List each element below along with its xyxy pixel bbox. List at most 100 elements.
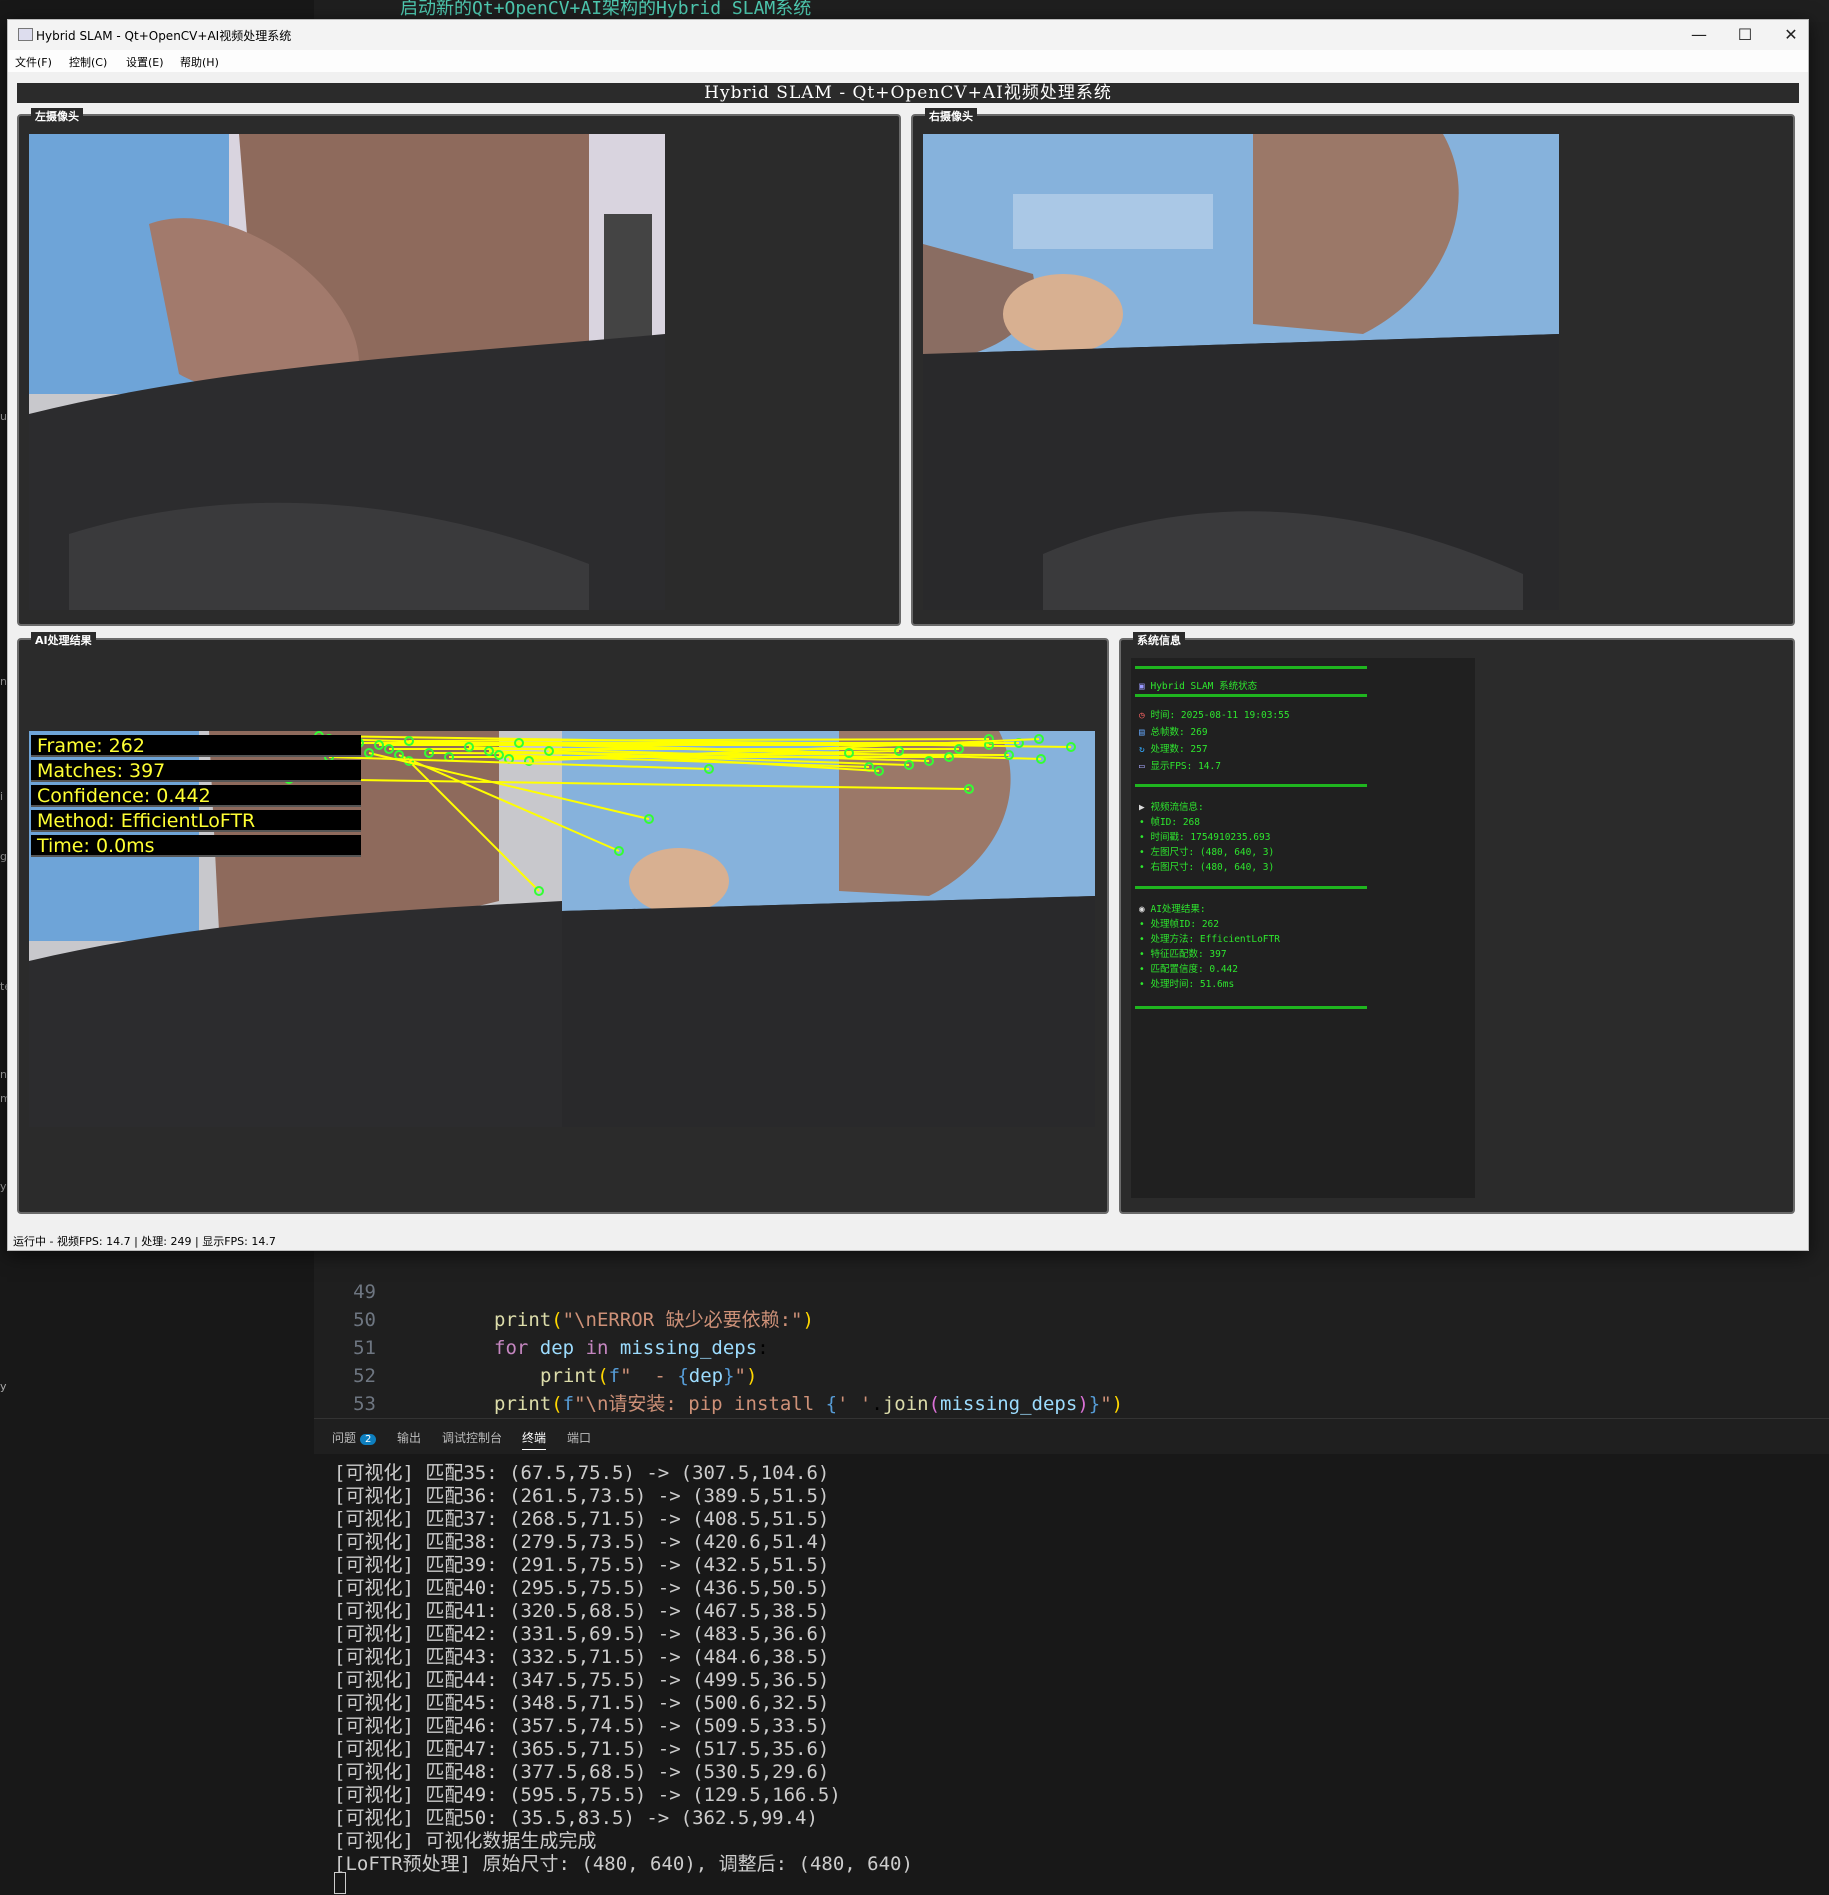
group-title: 右摄像头 xyxy=(925,108,977,124)
panel-tab-bar: 问题 2 输出 调试控制台 终端 端口 xyxy=(314,1418,1829,1455)
status-text: 运行中 - 视频FPS: 14.7 | 处理: 249 | 显示FPS: 14.… xyxy=(13,1235,276,1248)
maximize-button[interactable]: ☐ xyxy=(1722,22,1768,48)
info-video-header: ▶ 视频流信息: xyxy=(1139,802,1204,813)
ai-result-group: AI处理结果 Frame: 262 Matches: 397 Confidenc… xyxy=(17,632,1109,1214)
group-title: 系统信息 xyxy=(1133,632,1185,648)
sidebar-fragment: y xyxy=(0,1380,7,1393)
system-info-panel: ▣ Hybrid SLAM 系统状态 ◷ 时间: 2025-08-11 19:0… xyxy=(1131,658,1475,1198)
app-icon xyxy=(18,28,33,41)
terminal-line: [可视化] 匹配46: (357.5,74.5) -> (509.5,33.5) xyxy=(334,1715,830,1737)
terminal-line: [可视化] 匹配37: (268.5,71.5) -> (408.5,51.5) xyxy=(334,1508,830,1530)
code-line: 53 return False xyxy=(314,1362,631,1443)
sidebar-fragment: u xyxy=(0,410,7,423)
code-editor[interactable]: 49 print("\nERROR 缺少必要依赖:") 50 for dep i… xyxy=(314,1250,1829,1443)
brain-icon: ◉ xyxy=(1139,904,1145,915)
info-proc-time: • 处理时间: 51.6ms xyxy=(1139,979,1235,990)
editor-top-text: 启动新的Qt+OpenCV+AI架构的Hybrid SLAM系统 xyxy=(400,0,812,19)
group-title: AI处理结果 xyxy=(31,632,96,648)
info-header: ▣ Hybrid SLAM 系统状态 xyxy=(1139,681,1258,692)
right-camera-group: 右摄像头 xyxy=(911,108,1795,626)
info-divider xyxy=(1135,666,1367,669)
overlay-method: Method: EfficientLoFTR xyxy=(31,810,361,832)
problems-count-badge: 2 xyxy=(360,1434,377,1445)
info-frame-id: • 帧ID: 268 xyxy=(1139,817,1200,828)
overlay-confidence: Confidence: 0.442 xyxy=(31,785,361,807)
close-button[interactable]: ✕ xyxy=(1768,22,1814,48)
terminal-line: [可视化] 匹配35: (67.5,75.5) -> (307.5,104.6) xyxy=(334,1462,830,1484)
terminal-line: [可视化] 匹配49: (595.5,75.5) -> (129.5,166.5… xyxy=(334,1784,841,1806)
terminal-cursor xyxy=(334,1872,346,1894)
code-line: 52 print(f"\n请安装: pip install {' '.join(… xyxy=(314,1334,1123,1415)
code-text: print("\nERROR 缺少必要依赖:") xyxy=(494,1309,814,1331)
clock-icon: ◷ xyxy=(1139,710,1145,721)
sidebar-fragment: i xyxy=(0,790,4,803)
monitor-icon: ▭ xyxy=(1139,761,1145,772)
sidebar-fragment: g xyxy=(0,850,7,863)
tab-output[interactable]: 输出 xyxy=(397,1429,421,1446)
group-title: 左摄像头 xyxy=(31,108,83,124)
sidebar-fragment: y xyxy=(0,1180,7,1193)
info-processed: ↻ 处理数: 257 xyxy=(1139,744,1208,755)
terminal-line: [可视化] 匹配38: (279.5,73.5) -> (420.6,51.4) xyxy=(334,1531,830,1553)
overlay-frame: Frame: 262 xyxy=(31,735,361,757)
info-total-frames: ▤ 总帧数: 269 xyxy=(1139,727,1208,738)
tab-problems[interactable]: 问题 2 xyxy=(332,1429,377,1446)
sidebar-fragment: n xyxy=(0,675,7,688)
right-camera-frame xyxy=(923,134,1559,610)
terminal-line: [可视化] 匹配41: (320.5,68.5) -> (467.5,38.5) xyxy=(334,1600,830,1622)
right-image xyxy=(562,731,1095,1127)
info-left-size: • 左图尺寸: (480, 640, 3) xyxy=(1139,847,1275,858)
info-divider xyxy=(1135,1006,1367,1009)
menu-settings[interactable]: 设置(E) xyxy=(126,54,164,70)
code-text: print(f"\n请安装: pip install {' '.join(mis… xyxy=(494,1393,1124,1415)
code-line: 54 xyxy=(314,1390,376,1443)
ai-result-view: Frame: 262 Matches: 397 Confidence: 0.44… xyxy=(29,731,1095,1127)
terminal[interactable]: [可视化] 匹配35: (67.5,75.5) -> (307.5,104.6)… xyxy=(314,1454,1829,1895)
terminal-line: [可视化] 匹配50: (35.5,83.5) -> (362.5,99.4) xyxy=(334,1807,818,1829)
info-display-fps: ▭ 显示FPS: 14.7 xyxy=(1139,761,1221,772)
terminal-line: [可视化] 匹配44: (347.5,75.5) -> (499.5,36.5) xyxy=(334,1669,830,1691)
left-camera-view xyxy=(29,134,665,610)
menu-file[interactable]: 文件(F) xyxy=(15,54,52,70)
video-icon: ▶ xyxy=(1139,802,1145,813)
terminal-line: [可视化] 匹配36: (261.5,73.5) -> (389.5,51.5) xyxy=(334,1485,830,1507)
tab-terminal[interactable]: 终端 xyxy=(522,1429,547,1450)
menu-help[interactable]: 帮助(H) xyxy=(180,54,219,70)
info-divider xyxy=(1135,784,1367,787)
info-right-size: • 右图尺寸: (480, 640, 3) xyxy=(1139,862,1275,873)
terminal-line: [可视化] 匹配47: (365.5,71.5) -> (517.5,35.6) xyxy=(334,1738,830,1760)
info-proc-frame-id: • 处理帧ID: 262 xyxy=(1139,919,1219,930)
info-divider xyxy=(1135,886,1367,889)
info-method: • 处理方法: EfficientLoFTR xyxy=(1139,934,1280,945)
terminal-line: [可视化] 匹配42: (331.5,69.5) -> (483.5,36.6) xyxy=(334,1623,830,1645)
terminal-line: [可视化] 可视化数据生成完成 xyxy=(334,1830,597,1852)
main-area: Hybrid SLAM - Qt+OpenCV+AI视频处理系统 左摄像头 右摄… xyxy=(8,72,1808,1230)
terminal-line: [可视化] 匹配40: (295.5,75.5) -> (436.5,50.5) xyxy=(334,1577,830,1599)
info-time: ◷ 时间: 2025-08-11 19:03:55 xyxy=(1139,710,1290,721)
minimize-button[interactable]: — xyxy=(1676,22,1722,48)
code-text: for dep in missing_deps: xyxy=(494,1337,769,1359)
terminal-line: [可视化] 匹配43: (332.5,71.5) -> (484.6,38.5) xyxy=(334,1646,830,1668)
menu-control[interactable]: 控制(C) xyxy=(69,54,107,70)
status-bar: 运行中 - 视频FPS: 14.7 | 处理: 249 | 显示FPS: 14.… xyxy=(8,1230,1808,1250)
title-bar[interactable]: Hybrid SLAM - Qt+OpenCV+AI视频处理系统 — ☐ ✕ xyxy=(8,20,1808,50)
left-camera-frame xyxy=(29,134,665,610)
code-line: 51 print(f" - {dep}") xyxy=(314,1306,757,1387)
info-divider xyxy=(1135,694,1367,697)
info-confidence: • 匹配置信度: 0.442 xyxy=(1139,964,1238,975)
terminal-line: [LoFTR预处理] 原始尺寸: (480, 640), 调整后: (480, … xyxy=(334,1853,913,1875)
overlay-time: Time: 0.0ms xyxy=(31,835,361,857)
left-camera-group: 左摄像头 xyxy=(17,108,901,626)
refresh-icon: ↻ xyxy=(1139,744,1145,755)
window-title: Hybrid SLAM - Qt+OpenCV+AI视频处理系统 xyxy=(36,29,292,43)
terminal-line: [可视化] 匹配39: (291.5,75.5) -> (432.5,51.5) xyxy=(334,1554,830,1576)
info-ai-header: ◉ AI处理结果: xyxy=(1139,904,1206,915)
code-text: print(f" - {dep}") xyxy=(540,1365,758,1387)
menu-bar: 文件(F) 控制(C) 设置(E) 帮助(H) xyxy=(8,50,1808,72)
tab-ports[interactable]: 端口 xyxy=(567,1429,591,1446)
app-banner: Hybrid SLAM - Qt+OpenCV+AI视频处理系统 xyxy=(17,83,1799,103)
app-window: Hybrid SLAM - Qt+OpenCV+AI视频处理系统 — ☐ ✕ 文… xyxy=(7,19,1809,1251)
system-info-group: 系统信息 ▣ Hybrid SLAM 系统状态 ◷ 时间: 2025-08-11… xyxy=(1119,632,1795,1214)
chart-icon: ▤ xyxy=(1139,727,1145,738)
tab-debug-console[interactable]: 调试控制台 xyxy=(442,1429,502,1446)
